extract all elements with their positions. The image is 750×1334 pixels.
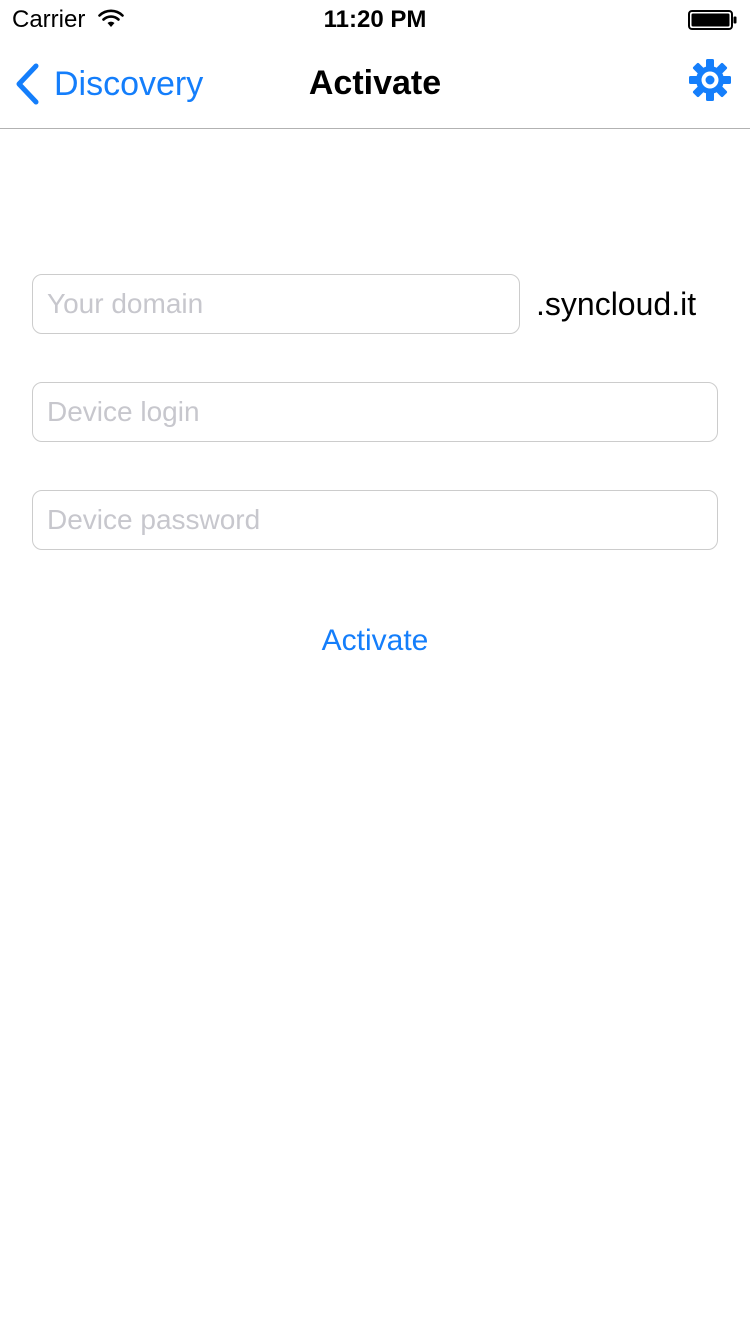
device-password-input[interactable] xyxy=(32,490,718,550)
page-title: Activate xyxy=(308,64,442,102)
activate-button[interactable]: Activate xyxy=(0,624,750,658)
gear-icon[interactable] xyxy=(688,58,732,102)
battery-icon xyxy=(688,10,737,30)
device-login-input[interactable] xyxy=(32,382,718,442)
status-bar: Carrier 11:20 PM xyxy=(0,0,750,40)
screen: Carrier 11:20 PM Discovery Activate Your… xyxy=(0,0,750,1334)
domain-input[interactable] xyxy=(32,274,520,334)
domain-suffix-label: .syncloud.it xyxy=(536,286,697,322)
navigation-bar: Discovery Activate xyxy=(0,40,750,129)
status-time: 11:20 PM xyxy=(323,6,427,33)
